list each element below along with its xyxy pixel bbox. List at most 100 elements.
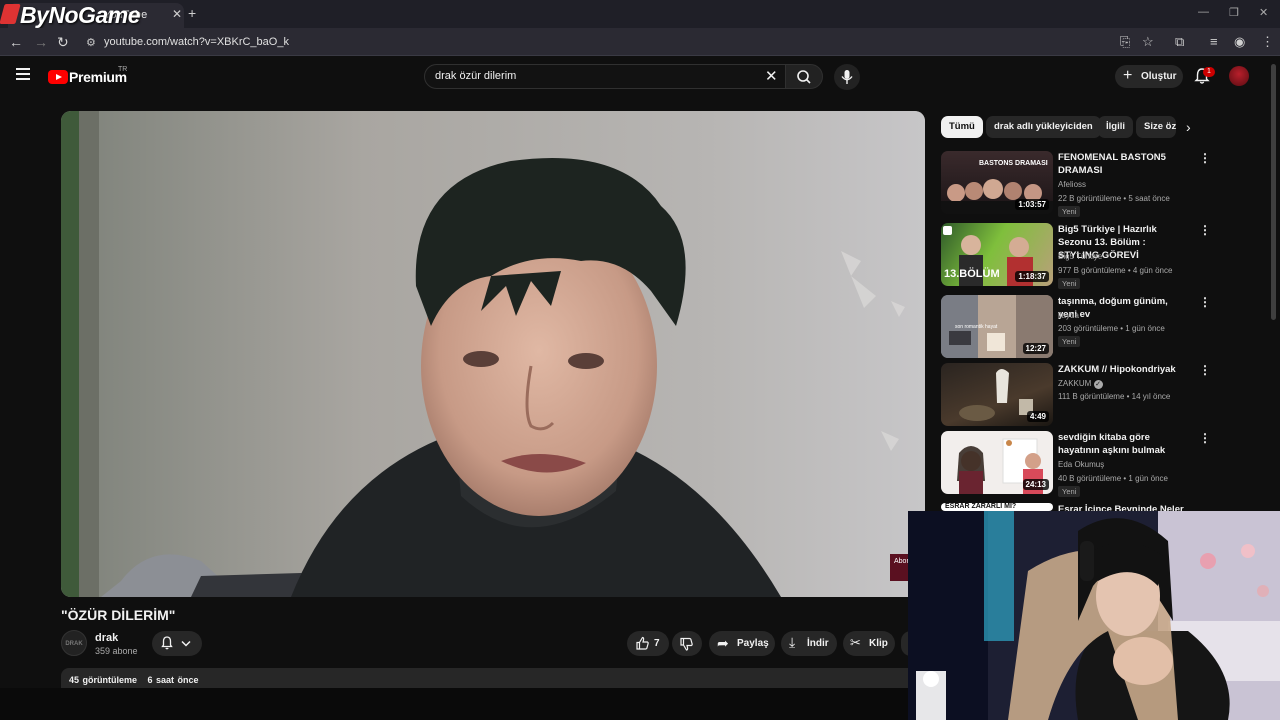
video-meta: 111 B görüntüleme • 14 yıl önce xyxy=(1058,392,1171,401)
recommendation-item[interactable]: 24:13 sevdiğin kitaba göre hayatının aşk… xyxy=(941,431,1221,497)
more-options-icon[interactable]: ⋮ xyxy=(1199,431,1211,445)
channel-name[interactable]: Afelioss xyxy=(1058,180,1086,189)
thumbs-down-icon xyxy=(680,637,693,651)
media-icon[interactable]: ≡ xyxy=(1210,34,1218,49)
new-badge: Yeni xyxy=(1058,278,1081,289)
like-button[interactable]: 7 xyxy=(627,631,669,656)
voice-search-button[interactable] xyxy=(834,64,860,90)
video-duration: 1:18:37 xyxy=(1015,271,1049,282)
create-button[interactable]: + Oluştur xyxy=(1115,65,1183,88)
video-meta: 40 B görüntüleme • 1 gün önce xyxy=(1058,474,1168,483)
video-thumbnail[interactable]: son romantik hayat 12:27 xyxy=(941,295,1053,358)
more-options-icon[interactable]: ⋮ xyxy=(1199,223,1211,237)
share-label: Paylaş xyxy=(737,638,769,649)
minimize-icon[interactable]: — xyxy=(1198,6,1209,18)
share-icon: ➦ xyxy=(717,635,729,651)
window-close-icon[interactable]: ✕ xyxy=(1259,6,1268,19)
video-thumbnail[interactable]: 13.BÖLÜM 1:18:37 xyxy=(941,223,1053,286)
video-player[interactable]: Abon xyxy=(61,111,925,597)
new-tab-icon[interactable]: + xyxy=(188,5,196,21)
browser-tab-bar: YouTube ✕ + — ❐ ✕ xyxy=(0,0,1280,28)
view-stats: 45 görüntüleme 6 saat önce xyxy=(69,675,199,685)
clip-button[interactable]: ✂ Klip xyxy=(843,631,895,656)
video-meta: 977 B görüntüleme • 4 gün önce xyxy=(1058,266,1173,275)
hamburger-menu-icon[interactable] xyxy=(16,68,30,80)
download-button[interactable]: ⤓ İndir xyxy=(781,631,837,656)
upload-time: 6 saat önce xyxy=(147,675,199,685)
extensions-icon[interactable]: ⧉ xyxy=(1175,34,1184,50)
more-options-icon[interactable]: ⋮ xyxy=(1199,363,1211,377)
channel-name[interactable]: ilayda xyxy=(1058,311,1079,320)
streamer-webcam xyxy=(908,511,1280,720)
search-button[interactable] xyxy=(785,64,823,89)
url-field[interactable]: youtube.com/watch?v=XBKrC_baO_k xyxy=(104,36,289,48)
new-badge: Yeni xyxy=(1058,336,1081,347)
region-code: TR xyxy=(118,66,128,73)
chip-from-uploader[interactable]: drak adlı yükleyiciden xyxy=(986,116,1101,138)
notification-badge: 1 xyxy=(1203,67,1215,77)
like-count: 7 xyxy=(654,638,660,649)
video-thumbnail[interactable]: BASTONS DRAMASI 1:03:57 xyxy=(941,151,1053,214)
recommendation-item[interactable]: BASTONS DRAMASI 1:03:57 FENOMENAL BASTON… xyxy=(941,151,1221,217)
clear-search-icon[interactable]: ✕ xyxy=(765,67,778,85)
dislike-button[interactable] xyxy=(672,631,702,656)
video-title[interactable]: Esrar İçince Beyninde Neler Olur xyxy=(1058,503,1186,511)
site-info-icon[interactable]: ⚙ xyxy=(86,36,96,49)
tab-close-icon[interactable]: ✕ xyxy=(172,7,182,21)
video-meta: 203 görüntüleme • 1 gün önce xyxy=(1058,324,1165,333)
video-meta: 22 B görüntüleme • 5 saat önce xyxy=(1058,194,1170,203)
subscription-bell-button[interactable] xyxy=(152,631,202,656)
more-options-icon[interactable]: ⋮ xyxy=(1199,151,1211,165)
channel-name[interactable]: Big5 Türkiye xyxy=(1058,252,1102,261)
clip-label: Klip xyxy=(869,638,888,649)
subscriber-count: 359 abone xyxy=(95,646,138,656)
video-thumbnail[interactable]: 4:49 xyxy=(941,363,1053,426)
share-button[interactable]: ➦ Paylaş xyxy=(709,631,775,656)
recommendation-item[interactable]: son romantik hayat 12:27 taşınma, doğum … xyxy=(941,295,1221,361)
thumbnail-text: ESRAR ZARARLI MI? xyxy=(945,503,1017,510)
view-count: 45 görüntüleme xyxy=(69,675,138,685)
recommendation-item[interactable]: 4:49 ZAKKUM // Hipokondriyak ZAKKUM ✓ 11… xyxy=(941,363,1221,429)
video-frame-image: Abon xyxy=(61,111,925,597)
chip-related[interactable]: İlgili xyxy=(1098,116,1133,138)
video-title[interactable]: FENOMENAL BASTON5 DRAMASI xyxy=(1058,151,1186,177)
channel-name[interactable]: ZAKKUM ✓ xyxy=(1058,379,1103,389)
channel-name[interactable]: Eda Okumuş xyxy=(1058,460,1104,469)
video-title[interactable]: ZAKKUM // Hipokondriyak xyxy=(1058,363,1186,376)
video-thumbnail[interactable]: 24:13 xyxy=(941,431,1053,494)
chevron-right-icon[interactable]: › xyxy=(1186,119,1191,135)
recommendation-item[interactable]: ESRAR ZARARLI MI? Esrar İçince Beyninde … xyxy=(941,503,1221,511)
install-icon[interactable]: ⎘ xyxy=(1120,34,1130,50)
thumbnail-text: son romantik hayat xyxy=(955,324,998,330)
more-options-icon[interactable]: ⋮ xyxy=(1199,295,1211,309)
download-label: İndir xyxy=(807,638,829,649)
search-box[interactable]: drak özür dilerim ✕ xyxy=(424,64,786,89)
thumbnail-text: 13.BÖLÜM xyxy=(944,267,1000,280)
address-bar: ← → ↻ ⚙ youtube.com/watch?v=XBKrC_baO_k … xyxy=(0,28,1280,56)
chip-all[interactable]: Tümü xyxy=(941,116,983,138)
recommendation-item[interactable]: 13.BÖLÜM 1:18:37 Big5 Türkiye | Hazırlık… xyxy=(941,223,1221,289)
forward-icon[interactable]: → xyxy=(34,34,48,50)
youtube-logo-icon[interactable] xyxy=(48,70,68,84)
page-scrollbar[interactable] xyxy=(1271,64,1276,320)
back-icon[interactable]: ← xyxy=(9,34,23,50)
search-input[interactable]: drak özür dilerim xyxy=(435,70,516,82)
browser-menu-icon[interactable]: ⋮ xyxy=(1261,34,1274,50)
scissors-icon: ✂ xyxy=(850,635,861,650)
profile-icon[interactable]: ◉ xyxy=(1234,34,1245,50)
video-duration: 1:03:57 xyxy=(1015,199,1049,210)
channel-name[interactable]: drak xyxy=(95,632,118,644)
reload-icon[interactable]: ↻ xyxy=(57,34,69,51)
video-duration: 24:13 xyxy=(1022,479,1049,490)
chip-for-you[interactable]: Size öz xyxy=(1136,116,1176,138)
bookmark-star-icon[interactable]: ☆ xyxy=(1142,34,1154,50)
streamer-watermark: ByNoGame xyxy=(20,2,140,28)
video-title[interactable]: sevdiğin kitaba göre hayatının aşkını bu… xyxy=(1058,431,1186,457)
webcam-image xyxy=(908,511,1280,720)
maximize-icon[interactable]: ❐ xyxy=(1229,6,1239,19)
video-thumbnail[interactable]: ESRAR ZARARLI MI? xyxy=(941,503,1053,511)
microphone-icon xyxy=(841,70,853,84)
video-title: "ÖZÜR DİLERİM" xyxy=(61,607,176,623)
channel-avatar[interactable]: DRAK xyxy=(61,630,87,656)
account-avatar[interactable] xyxy=(1229,66,1249,86)
